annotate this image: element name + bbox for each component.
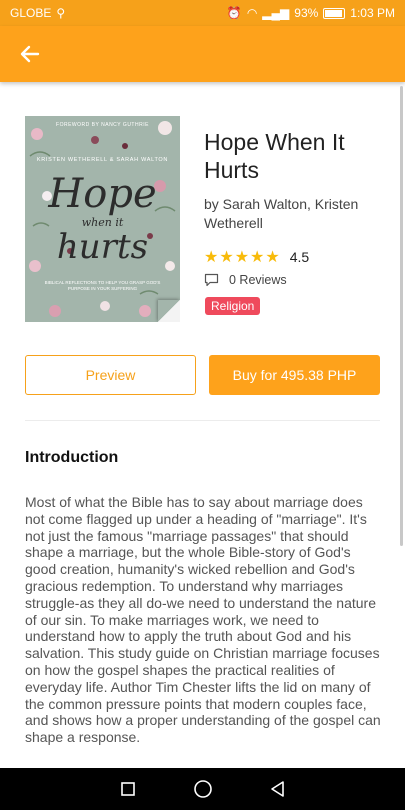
buy-button[interactable]: Buy for 495.38 PHP [209,355,380,395]
carrier-label: GLOBE [10,6,52,20]
reviews-count: 0 Reviews [229,273,287,287]
star-icon: ★ [219,249,234,266]
introduction-heading: Introduction [25,449,119,466]
recents-button[interactable] [116,777,140,801]
app-bar [0,26,405,82]
triangle-back-icon [270,781,284,797]
cover-title-hurts: hurts [56,227,149,267]
circle-icon [193,780,212,798]
introduction-text: Most of what the Bible has to say about … [25,494,381,746]
book-title: Hope When It Hurts [204,129,345,183]
usb-icon: ⚲ [56,6,66,20]
book-detail-content[interactable]: FOREWORD BY NANCY GUTHRIE KRISTEN WETHER… [0,82,405,768]
cover-foreword: FOREWORD BY NANCY GUTHRIE [56,122,149,128]
battery-icon [323,7,346,19]
navigation-bar [0,768,405,810]
genre-badge: Religion [205,297,261,315]
back-button[interactable] [12,36,48,72]
arrow-left-icon [20,45,40,63]
home-button[interactable] [191,777,215,801]
star-icon: ★ [234,249,250,266]
status-bar: GLOBE ⚲ ⏰ ◠ ▂▄▆ 93% 1:03 PM [0,0,405,26]
divider [25,420,380,421]
alarm-icon: ⏰ [226,6,242,20]
page-curl [158,300,180,322]
reviews-row[interactable]: 0 Reviews [204,273,287,287]
battery-percent: 93% [294,6,319,20]
square-icon [120,782,135,796]
clock: 1:03 PM [350,6,395,20]
signal-icon: ▂▄▆ [262,6,290,20]
star-icon: ★ [204,249,219,266]
rating-row: ★ ★ ★ ★ ★ 4.5 [204,247,309,267]
back-nav-button[interactable] [266,777,290,801]
cover-authors: KRISTEN WETHERELL & SARAH WALTON [36,157,169,163]
cover-title-hope: Hope [48,171,157,217]
preview-button[interactable]: Preview [25,355,196,395]
rating-value: 4.5 [289,249,310,265]
wifi-icon: ◠ [246,6,258,20]
scrollbar[interactable] [400,86,403,546]
star-icon: ★ [265,249,280,266]
book-authors: by Sarah Walton, Kristen Wetherell [204,196,359,231]
comment-icon [204,273,219,287]
book-cover[interactable]: FOREWORD BY NANCY GUTHRIE KRISTEN WETHER… [25,116,180,322]
star-icon: ★ [250,249,265,266]
cover-subtitle: BIBLICAL REFLECTIONS TO HELP YOU GRASP G… [44,280,161,291]
